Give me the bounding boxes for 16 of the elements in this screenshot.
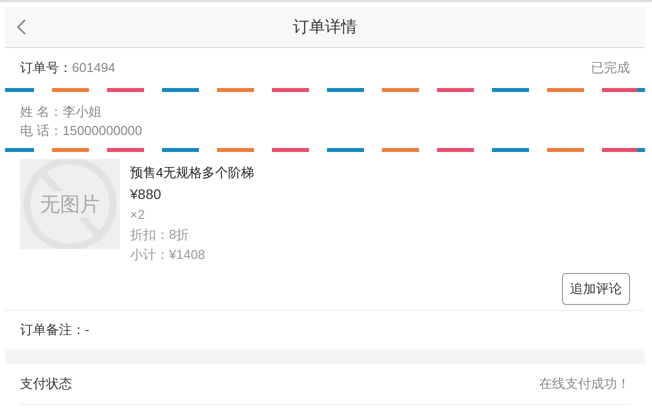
contact-text: 电 话：15000000000 [20, 122, 144, 140]
discount-text: 折扣：8折 [130, 226, 190, 244]
add-review-button[interactable]: 追加评论 [562, 273, 630, 305]
placeholder-text: 无图片 [38, 190, 102, 218]
payment-status: 在线支付成功！ [539, 375, 630, 393]
page-title: 订单详情 [293, 18, 357, 38]
subtotal-text: 小计：¥1408 [130, 246, 206, 264]
order-status: 已完成 [591, 59, 630, 77]
contact-text: 姓 名：李小姐 [20, 103, 103, 121]
product-quantity: ×2 [130, 206, 146, 224]
product-price: ¥880 [130, 185, 162, 204]
order-number: 订单号：601494 [20, 59, 116, 77]
payment-label: 支付状态 [20, 375, 72, 393]
order-remark: 订单备注：- [19, 321, 90, 339]
back-icon[interactable] [15, 19, 27, 35]
product-name: 预售4无规格多个阶梯 [130, 164, 254, 182]
